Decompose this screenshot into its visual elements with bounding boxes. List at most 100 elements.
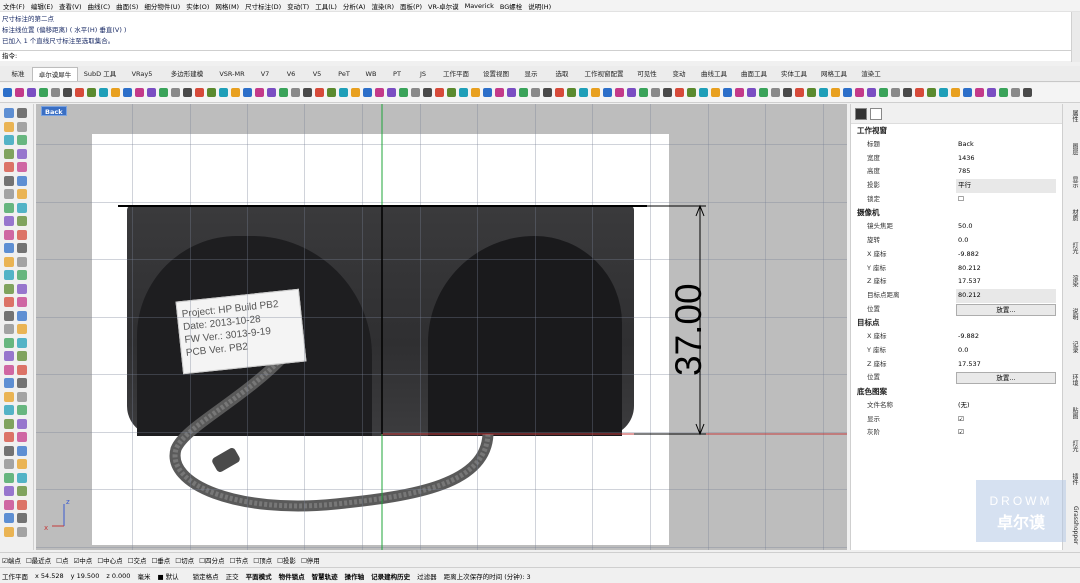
tool-icon[interactable] bbox=[615, 88, 624, 97]
left-tool-icon[interactable] bbox=[17, 432, 27, 442]
left-tool-icon[interactable] bbox=[4, 472, 14, 483]
tab-item[interactable]: 工作平面 bbox=[436, 67, 476, 81]
tool-icon[interactable] bbox=[27, 88, 36, 97]
osnap-option[interactable]: ☐垂点 bbox=[151, 555, 170, 565]
left-tool-icon[interactable] bbox=[17, 270, 27, 280]
tool-icon[interactable] bbox=[471, 88, 480, 97]
tab-item[interactable]: 多边形建模 bbox=[162, 67, 212, 81]
left-tool-icon[interactable] bbox=[4, 418, 14, 429]
menu-item[interactable]: 实体(O) bbox=[186, 1, 209, 11]
tool-icon[interactable] bbox=[147, 88, 156, 97]
left-tool-icon[interactable] bbox=[17, 162, 27, 172]
tool-icon[interactable] bbox=[363, 88, 372, 97]
left-tool-icon[interactable] bbox=[4, 175, 14, 186]
status-toggle[interactable]: 正交 bbox=[226, 571, 239, 581]
left-tool-icon[interactable] bbox=[17, 310, 27, 321]
osnap-option[interactable]: ☐点 bbox=[56, 555, 68, 565]
left-tool-icon[interactable] bbox=[4, 459, 14, 469]
property-value[interactable]: 平行 bbox=[956, 179, 1056, 193]
viewport-tab-icon[interactable] bbox=[870, 107, 882, 120]
left-tool-icon[interactable] bbox=[17, 202, 27, 213]
menu-item[interactable]: Maverick bbox=[465, 2, 494, 10]
tool-icon[interactable] bbox=[63, 88, 72, 97]
status-layer[interactable]: ■ 默认 bbox=[157, 571, 185, 581]
tool-icon[interactable] bbox=[831, 88, 840, 97]
tool-icon[interactable] bbox=[195, 88, 204, 97]
osnap-option[interactable]: ☐切点 bbox=[175, 555, 194, 565]
tool-icon[interactable] bbox=[123, 88, 132, 97]
side-tab[interactable]: 说明 bbox=[1065, 308, 1079, 320]
property-value[interactable]: 785 bbox=[956, 165, 1056, 179]
status-unit[interactable]: 毫米 bbox=[137, 571, 150, 581]
tab-item[interactable]: 变动 bbox=[664, 67, 694, 81]
tool-icon[interactable] bbox=[51, 88, 60, 97]
left-tool-icon[interactable] bbox=[17, 391, 27, 402]
left-tool-icon[interactable] bbox=[17, 378, 27, 388]
tool-icon[interactable] bbox=[903, 88, 912, 97]
tool-icon[interactable] bbox=[855, 88, 864, 97]
menu-item[interactable]: 细分物件(U) bbox=[144, 1, 180, 11]
tab-item[interactable]: PeT bbox=[330, 67, 358, 81]
tool-icon[interactable] bbox=[135, 88, 144, 97]
property-value[interactable]: (无) bbox=[956, 399, 1056, 413]
left-tool-icon[interactable] bbox=[17, 499, 27, 510]
left-tool-icon[interactable] bbox=[4, 405, 14, 415]
tool-icon[interactable] bbox=[495, 88, 504, 97]
menu-item[interactable]: 网格(M) bbox=[215, 1, 239, 11]
left-tool-icon[interactable] bbox=[4, 445, 14, 456]
tool-icon[interactable] bbox=[267, 88, 276, 97]
tool-icon[interactable] bbox=[1011, 88, 1020, 97]
tool-icon[interactable] bbox=[291, 88, 300, 97]
osnap-option[interactable]: ☑端点 bbox=[2, 555, 21, 565]
side-tab[interactable]: 属性 bbox=[1065, 110, 1079, 122]
left-tool-icon[interactable] bbox=[4, 270, 14, 280]
property-value[interactable]: 17.537 bbox=[956, 275, 1056, 289]
tab-item[interactable]: 曲面工具 bbox=[734, 67, 774, 81]
target-place-button[interactable]: 放置... bbox=[956, 372, 1056, 385]
menu-item[interactable]: 曲线(C) bbox=[88, 1, 111, 11]
left-tool-icon[interactable] bbox=[17, 297, 27, 307]
tool-icon[interactable] bbox=[915, 88, 924, 97]
tab-item[interactable]: VSR-MR bbox=[212, 67, 252, 81]
tab-item[interactable]: 选取 bbox=[546, 67, 578, 81]
left-tool-icon[interactable] bbox=[4, 216, 14, 226]
side-tab[interactable]: 灯光 bbox=[1065, 440, 1079, 452]
side-tab[interactable]: Grasshopper bbox=[1065, 506, 1079, 544]
tool-icon[interactable] bbox=[1023, 88, 1032, 97]
left-tool-icon[interactable] bbox=[17, 135, 27, 145]
tool-icon[interactable] bbox=[327, 88, 336, 97]
property-value[interactable]: 0.0 bbox=[956, 344, 1056, 358]
menu-item[interactable]: 变动(T) bbox=[287, 1, 309, 11]
tool-icon[interactable] bbox=[819, 88, 828, 97]
tool-icon[interactable] bbox=[339, 88, 348, 97]
tool-icon[interactable] bbox=[519, 88, 528, 97]
left-tool-icon[interactable] bbox=[4, 310, 14, 321]
tool-icon[interactable] bbox=[879, 88, 888, 97]
tool-icon[interactable] bbox=[567, 88, 576, 97]
osnap-option[interactable]: ☐交点 bbox=[128, 555, 147, 565]
status-cplane[interactable]: 工作平面 bbox=[2, 571, 28, 581]
tool-icon[interactable] bbox=[399, 88, 408, 97]
left-tool-icon[interactable] bbox=[4, 351, 14, 361]
tool-icon[interactable] bbox=[975, 88, 984, 97]
tool-icon[interactable] bbox=[843, 88, 852, 97]
tool-icon[interactable] bbox=[999, 88, 1008, 97]
tool-icon[interactable] bbox=[543, 88, 552, 97]
command-input[interactable]: 指令: bbox=[0, 50, 1071, 61]
property-value[interactable]: 80.212 bbox=[956, 262, 1056, 276]
tab-item[interactable]: 曲线工具 bbox=[694, 67, 734, 81]
left-tool-icon[interactable] bbox=[4, 243, 14, 253]
tool-icon[interactable] bbox=[687, 88, 696, 97]
property-value[interactable]: Back bbox=[956, 138, 1056, 152]
tool-icon[interactable] bbox=[99, 88, 108, 97]
left-tool-icon[interactable] bbox=[4, 432, 14, 442]
tool-icon[interactable] bbox=[579, 88, 588, 97]
left-tool-icon[interactable] bbox=[17, 513, 27, 523]
tool-icon[interactable] bbox=[39, 88, 48, 97]
osnap-option[interactable]: ☐投影 bbox=[277, 555, 296, 565]
left-tool-icon[interactable] bbox=[17, 283, 27, 294]
status-toggle[interactable]: 物件锁点 bbox=[279, 571, 305, 581]
tool-icon[interactable] bbox=[255, 88, 264, 97]
side-tab[interactable]: 贴图 bbox=[1065, 407, 1079, 419]
tool-icon[interactable] bbox=[891, 88, 900, 97]
